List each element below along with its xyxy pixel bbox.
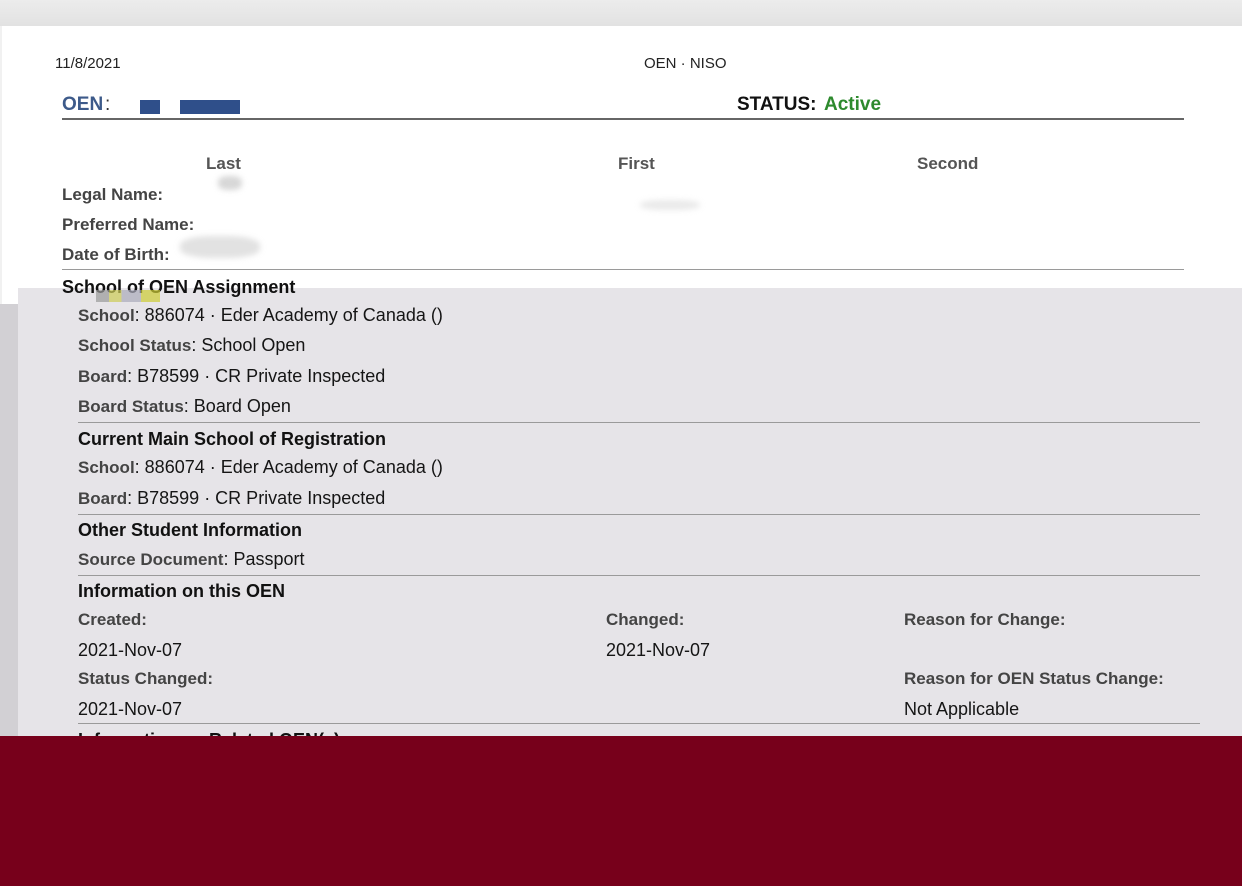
column-header-last: Last — [206, 154, 241, 173]
assignment-school-status-label: School Status — [78, 336, 192, 355]
main-board-label: Board — [78, 489, 128, 508]
main-board-value: : B78599 · CR Private Inspected — [127, 488, 386, 508]
status-value: Active — [824, 94, 882, 115]
assignment-board-label: Board — [78, 367, 128, 386]
column-header-first: First — [618, 154, 655, 173]
section-title-main-school: Current Main School of Registration — [78, 429, 387, 449]
source-document-value: : Passport — [223, 549, 305, 569]
section-divider — [62, 269, 1184, 270]
assignment-school-row: School: 886074 · Eder Academy of Canada … — [78, 305, 443, 326]
section-divider — [78, 575, 1200, 576]
created-label: Created: — [78, 610, 147, 629]
assignment-school-value: : 886074 · Eder Academy of Canada () — [134, 305, 443, 325]
status-changed-label: Status Changed: — [78, 669, 214, 688]
assignment-board-status-row: Board Status: Board Open — [78, 396, 291, 417]
legal-name-label: Legal Name: — [62, 185, 164, 204]
main-school-row: School: 886074 · Eder Academy of Canada … — [78, 457, 443, 478]
main-school-label: School — [78, 458, 135, 477]
section-divider — [78, 723, 1200, 724]
assignment-board-status-label: Board Status — [78, 397, 184, 416]
redaction-smudge — [640, 200, 700, 210]
main-board-row: Board: B78599 · CR Private Inspected — [78, 488, 385, 509]
oen-label: OEN — [62, 94, 104, 115]
main-school-value: : 886074 · Eder Academy of Canada () — [134, 457, 443, 477]
status-changed-value: 2021-Nov-07 — [78, 699, 183, 719]
preferred-name-label: Preferred Name: — [62, 215, 195, 234]
section-title-oen-info: Information on this OEN — [78, 581, 285, 601]
footer-band — [0, 736, 1242, 886]
changed-label: Changed: — [606, 610, 685, 629]
reason-status-change-label: Reason for OEN Status Change: — [904, 669, 1164, 688]
assignment-board-status-value: : Board Open — [183, 396, 291, 416]
assignment-school-status-row: School Status: School Open — [78, 335, 305, 356]
oen-colon: : — [105, 94, 111, 115]
print-title: OEN · NISO — [644, 55, 727, 72]
status-label: STATUS: — [737, 94, 817, 115]
oen-redaction — [140, 100, 160, 114]
changed-value: 2021-Nov-07 — [606, 640, 711, 660]
print-date: 11/8/2021 — [55, 55, 121, 72]
section-title-other-info: Other Student Information — [78, 520, 302, 540]
created-value: 2021-Nov-07 — [78, 640, 183, 660]
redaction-smudge — [218, 176, 242, 190]
section-divider — [78, 422, 1200, 423]
reason-status-change-value: Not Applicable — [904, 699, 1020, 719]
reason-for-change-label: Reason for Change: — [904, 610, 1066, 629]
assignment-school-status-value: : School Open — [191, 335, 306, 355]
redaction-smudge — [180, 236, 260, 258]
source-document-label: Source Document — [78, 550, 224, 569]
top-shadow — [0, 0, 1242, 26]
page-left-edge — [0, 304, 18, 736]
assignment-school-label: School — [78, 306, 135, 325]
scan-artifact — [96, 290, 160, 302]
assignment-board-value: : B78599 · CR Private Inspected — [127, 366, 386, 386]
date-of-birth-label: Date of Birth: — [62, 245, 170, 264]
header-divider — [62, 118, 1184, 120]
column-header-second: Second — [917, 154, 979, 173]
source-document-row: Source Document: Passport — [78, 549, 305, 570]
oen-redaction — [180, 100, 240, 114]
section-divider — [78, 514, 1200, 515]
assignment-board-row: Board: B78599 · CR Private Inspected — [78, 366, 385, 387]
